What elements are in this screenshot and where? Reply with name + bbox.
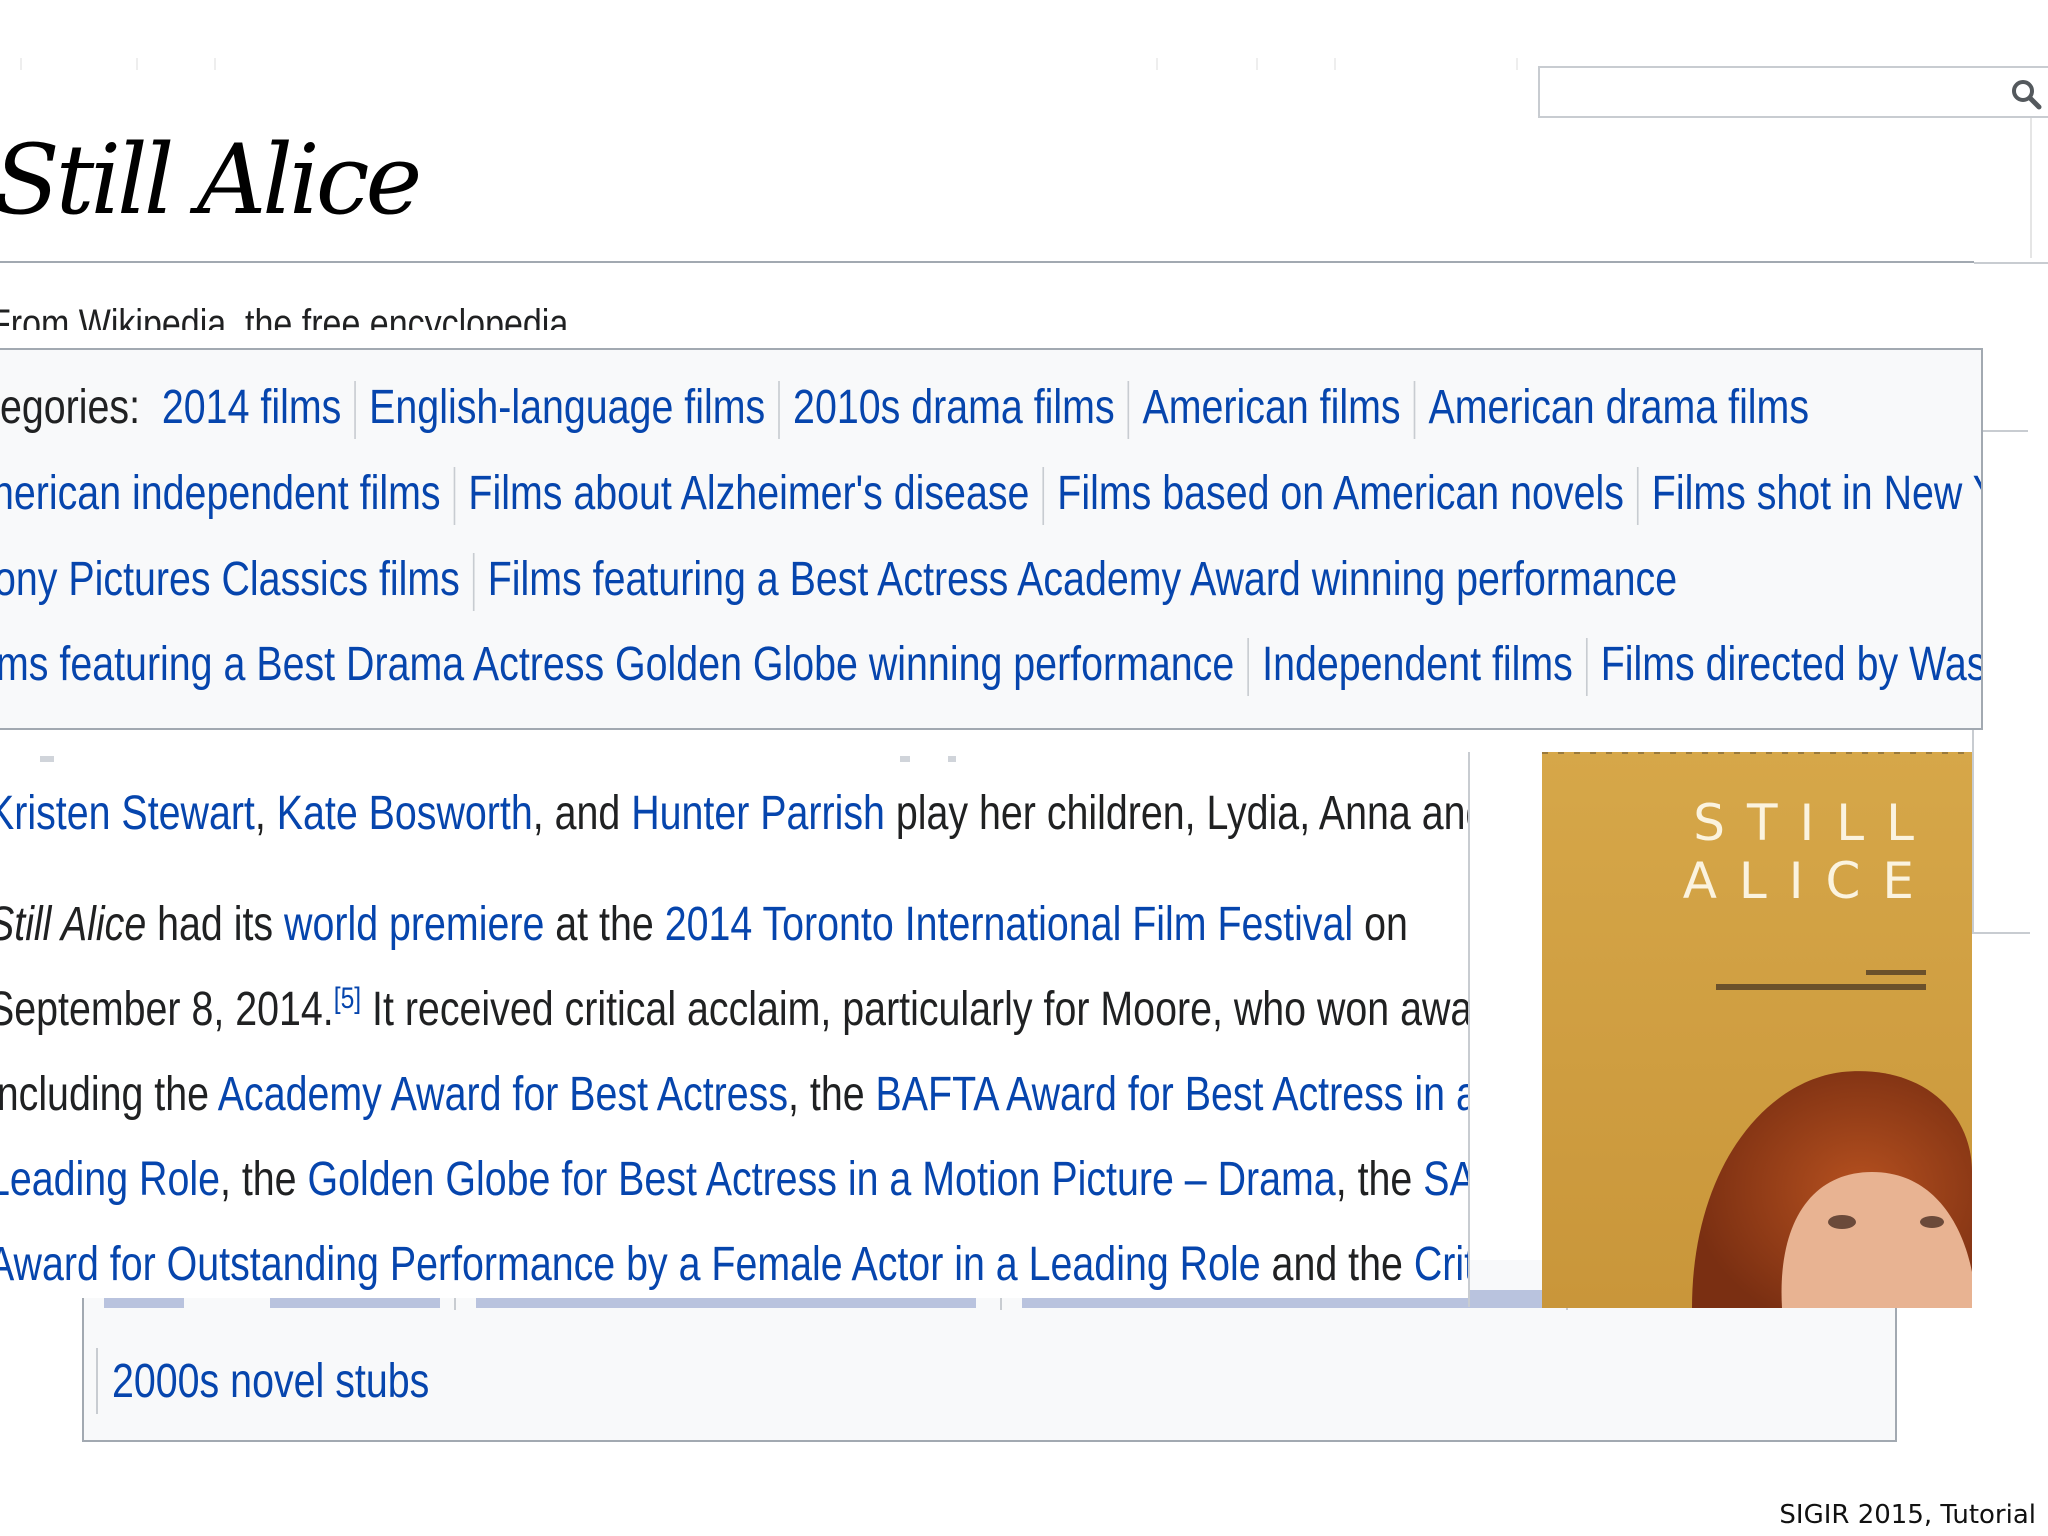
category-link[interactable]: American films <box>1143 381 1401 434</box>
category-separator <box>1042 467 1045 526</box>
category-row-1: egories: 2014 films English-language film… <box>0 378 1981 440</box>
poster-title-line: STILL <box>1693 794 1936 852</box>
article-link[interactable]: SAG <box>1423 1153 1470 1206</box>
italic-title: Still Alice <box>0 898 147 951</box>
article-link[interactable]: BAFTA Award for Best Actress in a <box>876 1068 1470 1121</box>
category-separator <box>1585 638 1588 697</box>
category-separator <box>1413 381 1416 440</box>
site-tagline: From Wikipedia, the free encyclopedia <box>0 302 569 330</box>
paragraph-line: September 8, 2014.[5] It received critic… <box>0 980 1470 1040</box>
category-link[interactable]: American drama films <box>1428 381 1809 434</box>
category-separator <box>1247 638 1250 697</box>
text: had its <box>146 898 285 951</box>
category-link[interactable]: Films based on American novels <box>1057 467 1624 520</box>
article-link[interactable]: Critics' <box>1414 1238 1470 1291</box>
article-link[interactable]: Award for Outstanding Performance by a F… <box>0 1238 1261 1291</box>
category-link[interactable]: Films shot in New York <box>1652 467 1981 520</box>
category-link[interactable]: ony Pictures Classics films <box>0 553 460 606</box>
category-link[interactable]: Films featuring a Best Actress Academy A… <box>488 553 1677 606</box>
text: including the <box>0 1068 218 1121</box>
text: and the <box>1260 1238 1414 1291</box>
category-link[interactable]: Independent films <box>1262 638 1573 691</box>
infobox-border-bottom <box>1972 932 2030 934</box>
category-row-3: ony Pictures Classics films Films featuri… <box>0 550 1981 612</box>
category-separator <box>96 1348 98 1414</box>
category-link[interactable]: ms featuring a Best Drama Actress Golden… <box>0 638 1234 691</box>
category-link[interactable]: English-language films <box>369 381 765 434</box>
article-infobox-divider <box>1468 752 1470 1307</box>
header-divider <box>2030 118 2032 258</box>
film-poster[interactable]: STILL ALICE <box>1542 752 1972 1308</box>
article-link[interactable]: Academy Award for Best Actress <box>218 1068 788 1121</box>
search-icon[interactable] <box>2008 76 2044 112</box>
search-input[interactable] <box>1538 66 2048 118</box>
text: on <box>1353 898 1408 951</box>
article-link[interactable]: Golden Globe for Best Actress in a Motio… <box>307 1153 1335 1206</box>
category-link[interactable]: 2014 films <box>162 381 341 434</box>
poster-title-line: ALICE <box>1682 852 1936 910</box>
category-link[interactable]: 2010s drama films <box>793 381 1115 434</box>
categories-box: egories: 2014 films English-language film… <box>0 348 1983 730</box>
tagline-container: From Wikipedia, the free encyclopedia <box>0 298 1985 330</box>
title-underline <box>0 261 1974 263</box>
text: at the <box>544 898 665 951</box>
text: It received critical acclaim, particular… <box>361 983 1470 1036</box>
clipped-text-line <box>0 752 1470 764</box>
category-separator <box>1127 381 1130 440</box>
text: play her children, Lydia, Anna and Tom. <box>895 787 1470 840</box>
category-separator <box>778 381 780 440</box>
infobox-border-top <box>1983 430 2028 432</box>
reference-link[interactable]: [5] <box>334 982 361 1015</box>
paragraph-line: Still Alice had its world premiere at th… <box>0 895 1408 955</box>
category-separator <box>472 553 475 612</box>
text: , the <box>219 1153 308 1206</box>
article-body: Kristen Stewart, Kate Bosworth, and Hunt… <box>0 752 1470 1298</box>
category-row-2: nerican independent films Films about Alz… <box>0 464 1981 526</box>
article-link[interactable]: world premiere <box>284 898 544 951</box>
article-link[interactable]: Hunter Parrish <box>631 787 885 840</box>
category-separator <box>1637 467 1639 526</box>
text: September 8, 2014. <box>0 983 334 1036</box>
title-underline-extension <box>1974 262 2048 264</box>
poster-credit-mark <box>1716 984 1926 990</box>
text: , and <box>532 787 632 840</box>
paragraph-line: Award for Outstanding Performance by a F… <box>0 1235 1470 1295</box>
category-link[interactable]: Films about Alzheimer's disease <box>468 467 1029 520</box>
category-link[interactable]: Films directed by Wash West <box>1601 638 1981 691</box>
category-separator <box>354 381 357 440</box>
poster-credit-mark <box>1866 970 1926 975</box>
categories-label: egories: <box>0 381 141 434</box>
text: , <box>254 787 277 840</box>
category-separator <box>453 467 456 526</box>
tab-strip <box>0 58 1535 72</box>
slide-footer: SIGIR 2015, Tutorial <box>1779 1500 2036 1530</box>
article-link[interactable]: Kate Bosworth <box>277 787 533 840</box>
category-link[interactable]: 2000s novel stubs <box>112 1352 429 1412</box>
category-row-4: ms featuring a Best Drama Actress Golden… <box>0 635 1981 697</box>
article-link[interactable]: 2014 Toronto International Film Festival <box>665 898 1353 951</box>
article-link[interactable]: Kristen Stewart <box>0 787 255 840</box>
paragraph-line: including the Academy Award for Best Act… <box>0 1065 1470 1125</box>
category-link[interactable]: nerican independent films <box>0 467 441 520</box>
text: , the <box>788 1068 876 1121</box>
paragraph-line: Kristen Stewart, Kate Bosworth, and Hunt… <box>0 784 1470 844</box>
paragraph-line: Leading Role, the Golden Globe for Best … <box>0 1150 1470 1210</box>
page-title: Still Alice <box>0 124 422 236</box>
article-link[interactable]: Leading Role <box>0 1153 220 1206</box>
text: , the <box>1335 1153 1424 1206</box>
